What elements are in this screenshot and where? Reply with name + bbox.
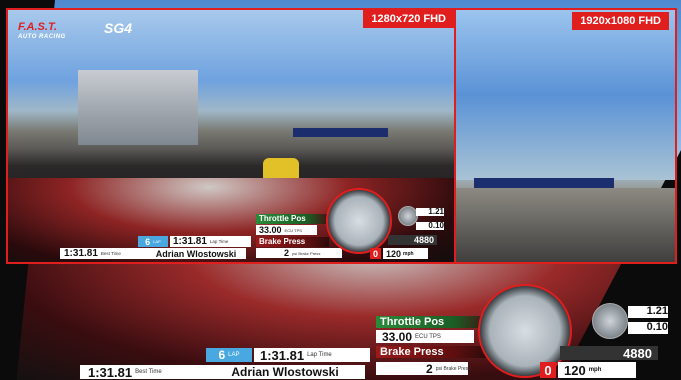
brake-bar-large: Brake Press bbox=[376, 346, 488, 358]
lap-time-box: 1:31.81 Lap Time bbox=[170, 236, 251, 247]
michelin-banner bbox=[474, 178, 614, 188]
tachometer-gauge bbox=[326, 188, 392, 254]
gear-box: 0 bbox=[370, 248, 381, 259]
michelin-banner-inset bbox=[293, 128, 388, 137]
rpm-box-large: 4880 bbox=[560, 346, 658, 361]
full-resolution-label: 1920x1080 FHD bbox=[572, 12, 669, 30]
driver-name-box: Adrian Wlostowski bbox=[146, 248, 246, 259]
g-force-meter-large bbox=[592, 303, 628, 339]
ecu-tps-box-large: 33.00 ECU TPS bbox=[376, 330, 474, 344]
brake-value-box: 2 psi Brake Press bbox=[256, 248, 342, 258]
video-stage: 1920x1080 FHD 1280x720 FHD F.A.S.T. AUTO … bbox=[0, 0, 681, 380]
inset-720p-video: 1280x720 FHD F.A.S.T. AUTO RACING SG4 1:3… bbox=[6, 8, 456, 264]
inline-box: 0.10 bbox=[416, 222, 444, 230]
throttle-bar-large: Throttle Pos bbox=[376, 316, 488, 328]
sg4-logo: SG4 bbox=[104, 20, 133, 36]
fast-logo: F.A.S.T. AUTO RACING bbox=[18, 21, 66, 41]
throttle-bar: Throttle Pos bbox=[256, 214, 329, 224]
grandstand bbox=[78, 70, 198, 145]
lap-time-box-large: 1:31.81 Lap Time bbox=[254, 348, 370, 363]
lateral-box: 1.21 bbox=[416, 208, 444, 216]
full-resolution-crop: 1920x1080 FHD bbox=[454, 8, 677, 264]
yellow-race-car bbox=[263, 158, 299, 180]
brake-bar: Brake Press bbox=[256, 237, 329, 247]
lap-number-box-large: 6 LAP bbox=[206, 348, 252, 362]
best-time-box: 1:31.81 Best Time bbox=[60, 248, 146, 259]
rpm-box: 4880 bbox=[388, 235, 437, 245]
speed-box: 120 mph bbox=[383, 248, 428, 259]
ecu-tps-box: 33.00 ECU TPS bbox=[256, 225, 317, 235]
lateral-box-large: 1.21 bbox=[628, 306, 668, 318]
best-time-box-large: 1:31.81 Best Time bbox=[80, 365, 208, 380]
gear-box-large: 0 bbox=[540, 362, 556, 378]
brake-value-box-large: 2 psi Brake Press bbox=[376, 362, 471, 376]
inset-resolution-label: 1280x720 FHD bbox=[363, 10, 454, 28]
inline-box-large: 0.10 bbox=[628, 322, 668, 334]
lap-number-box: 6 LAP bbox=[138, 236, 168, 247]
driver-name-box-large: Adrian Wlostowski bbox=[205, 365, 365, 379]
speed-box-large: 120 mph bbox=[558, 362, 636, 378]
g-force-meter bbox=[398, 206, 418, 226]
